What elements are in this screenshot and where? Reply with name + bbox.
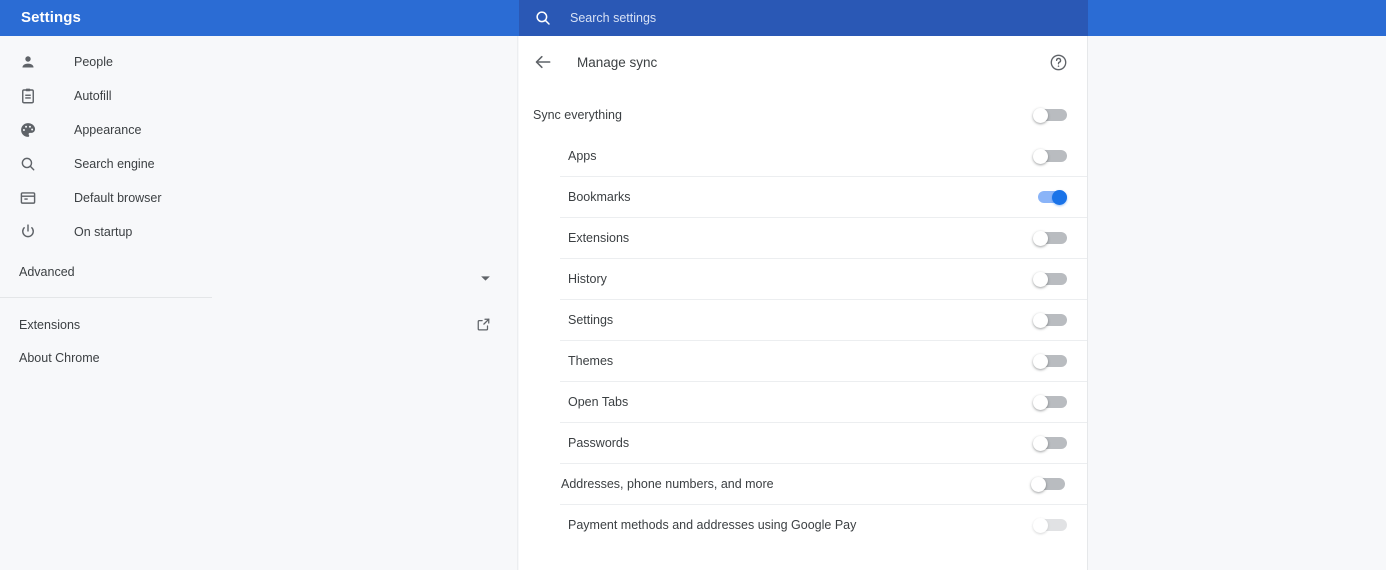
row-label: Payment methods and addresses using Goog… bbox=[568, 517, 857, 532]
toggle-knob bbox=[1033, 230, 1048, 246]
toggle-knob bbox=[1033, 517, 1048, 533]
help-circle-icon[interactable] bbox=[1049, 53, 1068, 72]
toggle-extensions[interactable] bbox=[1033, 230, 1067, 246]
toggle-knob bbox=[1031, 476, 1046, 492]
row-label: Open Tabs bbox=[568, 394, 629, 409]
row-label: Extensions bbox=[568, 230, 630, 245]
toggle-knob bbox=[1033, 271, 1048, 287]
row-addresses[interactable]: Addresses, phone numbers, and more bbox=[519, 463, 1087, 504]
arrow-left-icon[interactable] bbox=[533, 52, 553, 72]
toggle-history[interactable] bbox=[1033, 271, 1067, 287]
sidebar-item-label: Autofill bbox=[74, 89, 112, 103]
row-google-pay[interactable]: Payment methods and addresses using Goog… bbox=[519, 504, 1087, 545]
sidebar: People Autofill Appearance Search engine… bbox=[0, 36, 518, 570]
sidebar-item-people[interactable]: People bbox=[0, 45, 517, 79]
sidebar-item-label: People bbox=[74, 55, 113, 69]
search-icon bbox=[19, 155, 37, 173]
row-label: Passwords bbox=[568, 435, 630, 450]
row-passwords[interactable]: Passwords bbox=[519, 422, 1087, 463]
toggle-passwords[interactable] bbox=[1033, 435, 1067, 451]
clipboard-icon bbox=[19, 87, 37, 105]
person-icon bbox=[19, 53, 37, 71]
palette-icon bbox=[19, 121, 37, 139]
sidebar-item-label: Extensions bbox=[19, 317, 81, 332]
row-label: Apps bbox=[568, 148, 597, 163]
row-label: Bookmarks bbox=[568, 189, 631, 204]
toggle-settings[interactable] bbox=[1033, 312, 1067, 328]
row-sync-everything[interactable]: Sync everything bbox=[519, 94, 1087, 135]
sidebar-item-label: About Chrome bbox=[19, 350, 100, 365]
search-input[interactable] bbox=[570, 11, 970, 25]
page-title: Manage sync bbox=[577, 54, 658, 70]
toggle-knob bbox=[1033, 148, 1048, 164]
browser-window-icon bbox=[19, 189, 37, 207]
toggle-sync-everything[interactable] bbox=[1033, 107, 1067, 123]
sidebar-advanced-label: Advanced bbox=[19, 265, 75, 279]
sidebar-item-search-engine[interactable]: Search engine bbox=[0, 147, 517, 181]
sidebar-item-about-chrome[interactable]: About Chrome bbox=[0, 341, 517, 374]
page-body: People Autofill Appearance Search engine… bbox=[0, 36, 1386, 570]
sidebar-item-label: Search engine bbox=[74, 157, 155, 171]
row-label: Addresses, phone numbers, and more bbox=[561, 476, 774, 491]
toggle-apps[interactable] bbox=[1033, 148, 1067, 164]
toggle-knob bbox=[1052, 189, 1067, 205]
toggle-google-pay[interactable] bbox=[1033, 517, 1067, 533]
sidebar-item-label: Appearance bbox=[74, 123, 142, 137]
sidebar-item-label: On startup bbox=[74, 225, 133, 239]
row-apps[interactable]: Apps bbox=[519, 135, 1087, 176]
app-title: Settings bbox=[21, 9, 81, 26]
sidebar-item-extensions[interactable]: Extensions bbox=[0, 308, 517, 341]
search-icon bbox=[534, 9, 552, 27]
toggle-knob bbox=[1033, 394, 1048, 410]
toggle-knob bbox=[1033, 312, 1048, 328]
card-header: Manage sync bbox=[519, 36, 1087, 88]
sidebar-item-label: Default browser bbox=[74, 191, 162, 205]
row-open-tabs[interactable]: Open Tabs bbox=[519, 381, 1087, 422]
toggle-knob bbox=[1033, 435, 1048, 451]
row-extensions[interactable]: Extensions bbox=[519, 217, 1087, 258]
row-settings[interactable]: Settings bbox=[519, 299, 1087, 340]
row-bookmarks[interactable]: Bookmarks bbox=[519, 176, 1087, 217]
row-themes[interactable]: Themes bbox=[519, 340, 1087, 381]
row-label: Settings bbox=[568, 312, 614, 327]
toggle-bookmarks[interactable] bbox=[1033, 189, 1067, 205]
toggle-addresses[interactable] bbox=[1031, 476, 1065, 492]
toggle-themes[interactable] bbox=[1033, 353, 1067, 369]
sidebar-item-appearance[interactable]: Appearance bbox=[0, 113, 517, 147]
row-history[interactable]: History bbox=[519, 258, 1087, 299]
sidebar-item-autofill[interactable]: Autofill bbox=[0, 79, 517, 113]
toggle-open-tabs[interactable] bbox=[1033, 394, 1067, 410]
toggle-knob bbox=[1033, 353, 1048, 369]
row-label: Themes bbox=[568, 353, 614, 368]
power-icon bbox=[19, 223, 37, 241]
manage-sync-card: Manage sync Sync everything Apps Bookmar… bbox=[519, 36, 1088, 570]
chevron-down-icon bbox=[480, 269, 491, 281]
sync-options-list: Sync everything Apps Bookmarks Extension… bbox=[519, 88, 1087, 545]
row-label: Sync everything bbox=[533, 107, 622, 122]
sidebar-item-default-browser[interactable]: Default browser bbox=[0, 181, 517, 215]
sidebar-divider bbox=[0, 297, 212, 298]
sidebar-item-advanced[interactable]: Advanced bbox=[0, 255, 517, 289]
toggle-knob bbox=[1033, 107, 1048, 123]
sidebar-item-on-startup[interactable]: On startup bbox=[0, 215, 517, 249]
search-bar[interactable] bbox=[519, 0, 1088, 36]
app-header: Settings bbox=[0, 0, 1386, 36]
external-link-icon[interactable] bbox=[476, 317, 491, 332]
row-label: History bbox=[568, 271, 607, 286]
